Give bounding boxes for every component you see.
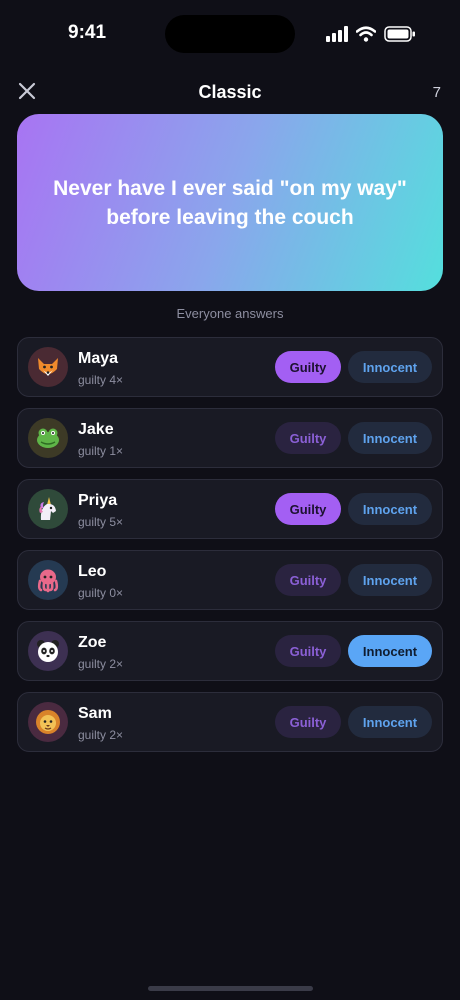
innocent-button[interactable]: Innocent: [348, 635, 432, 667]
innocent-button[interactable]: Innocent: [348, 422, 432, 454]
prompt-text: Never have I ever said "on my way" befor…: [53, 176, 407, 229]
player-row: Leo guilty 0× Guilty Innocent: [17, 550, 443, 610]
guilty-button[interactable]: Guilty: [275, 493, 341, 525]
player-row: Maya guilty 4× Guilty Innocent: [17, 337, 443, 397]
lion-icon: [35, 709, 61, 735]
innocent-button[interactable]: Innocent: [348, 351, 432, 383]
player-name: Leo: [78, 563, 107, 580]
player-name: Zoe: [78, 634, 107, 651]
question-counter: 7: [432, 84, 441, 101]
guilty-count: guilty 2×: [78, 728, 124, 742]
guilty-count: guilty 2×: [78, 657, 124, 671]
player-name: Sam: [78, 705, 112, 722]
wifi-icon: [356, 26, 376, 42]
status-bar: 9:41: [0, 0, 460, 70]
innocent-button[interactable]: Innocent: [348, 564, 432, 596]
player-row: Sam guilty 2× Guilty Innocent: [17, 692, 443, 752]
frog-icon: [35, 425, 61, 451]
battery-icon: [384, 26, 416, 42]
guilty-button[interactable]: Guilty: [275, 635, 341, 667]
player-row: Priya guilty 5× Guilty Innocent: [17, 479, 443, 539]
home-indicator: [148, 986, 313, 991]
status-time: 9:41: [68, 22, 107, 43]
innocent-button[interactable]: Innocent: [348, 493, 432, 525]
player-name: Jake: [78, 421, 114, 438]
avatar: [28, 560, 68, 600]
signal-icon: [326, 26, 348, 42]
player-row: Zoe guilty 2× Guilty Innocent: [17, 621, 443, 681]
guilty-button[interactable]: Guilty: [275, 706, 341, 738]
octopus-icon: [35, 567, 61, 593]
prompt-card: Never have I ever said "on my way" befor…: [17, 114, 443, 291]
player-name: Priya: [78, 492, 118, 509]
status-icons: [326, 24, 416, 44]
page-title: Classic: [198, 82, 262, 102]
fox-icon: [35, 354, 61, 380]
avatar: [28, 631, 68, 671]
guilty-count: guilty 1×: [78, 444, 124, 458]
guilty-count: guilty 4×: [78, 373, 124, 387]
unicorn-icon: [35, 496, 61, 522]
avatar: [28, 418, 68, 458]
panda-icon: [35, 638, 61, 664]
innocent-button[interactable]: Innocent: [348, 706, 432, 738]
section-label: Everyone answers: [176, 306, 284, 321]
guilty-count: guilty 0×: [78, 586, 124, 600]
guilty-button[interactable]: Guilty: [275, 564, 341, 596]
avatar: [28, 347, 68, 387]
header: Classic 7: [0, 78, 460, 108]
avatar: [28, 489, 68, 529]
guilty-button[interactable]: Guilty: [275, 422, 341, 454]
guilty-button[interactable]: Guilty: [275, 351, 341, 383]
guilty-count: guilty 5×: [78, 515, 124, 529]
player-list: Maya guilty 4× Guilty Innocent Jake guilty 1×…: [17, 337, 443, 763]
avatar: [28, 702, 68, 742]
dynamic-island: [165, 15, 295, 53]
player-name: Maya: [78, 350, 119, 367]
screen: 9:41 Classic 7 Never have I ever said "o…: [0, 0, 460, 1000]
player-row: Jake guilty 1× Guilty Innocent: [17, 408, 443, 468]
